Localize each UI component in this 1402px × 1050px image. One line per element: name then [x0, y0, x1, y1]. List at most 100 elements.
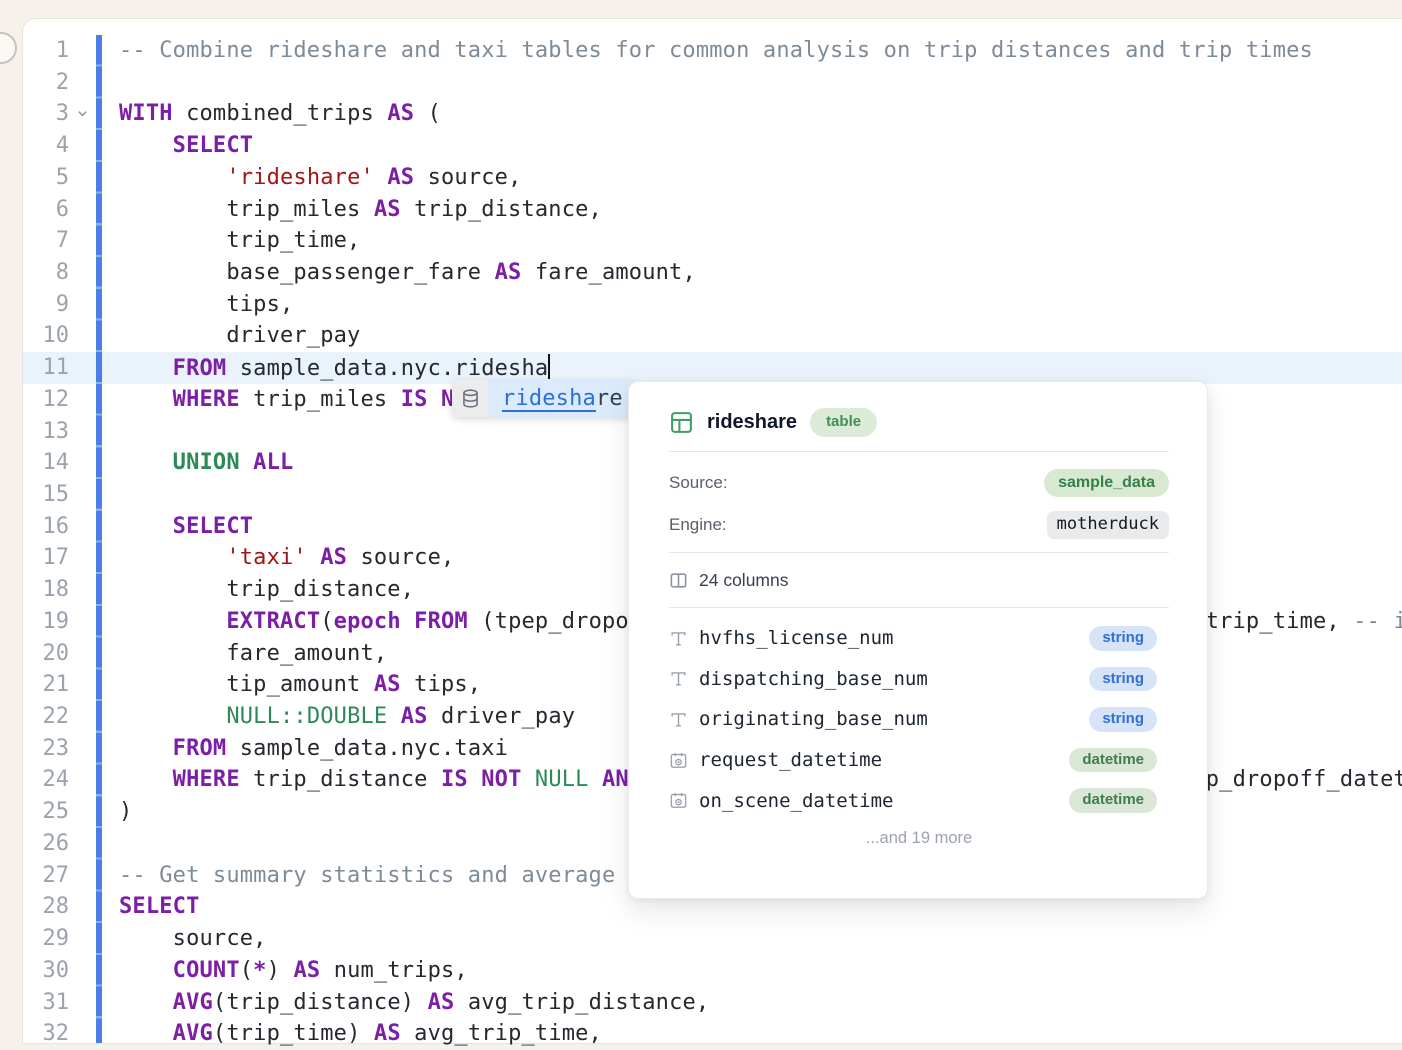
suggestion-rest: re: [596, 386, 623, 411]
line-number: 1: [23, 38, 69, 63]
autocomplete-popup[interactable]: rideshare: [452, 380, 637, 417]
line-number: 5: [23, 165, 69, 190]
code-text: FROM sample_data.nyc.ridesha: [95, 354, 550, 381]
line-number: 29: [23, 926, 69, 951]
meta-label: Engine:: [669, 515, 727, 535]
code-text: COUNT(*) AS num_trips,: [95, 958, 468, 983]
code-text: fare_amount,: [95, 641, 387, 666]
column-type-badge: datetime: [1069, 788, 1157, 813]
column-name: hvfhs_license_num: [699, 627, 893, 649]
columns-list: hvfhs_license_numstringdispatching_base_…: [669, 608, 1169, 821]
line-number: 30: [23, 958, 69, 983]
columns-count: 24 columns: [699, 570, 789, 591]
code-text: SELECT: [95, 894, 200, 919]
meta-value-badge: motherduck: [1047, 511, 1169, 538]
column-row[interactable]: originating_base_num string: [669, 699, 1169, 740]
line-number: 18: [23, 577, 69, 602]
code-line[interactable]: 2: [23, 66, 1402, 98]
column-name: request_datetime: [699, 749, 882, 771]
table-icon: [669, 410, 694, 435]
table-name: rideshare: [707, 411, 797, 434]
database-icon: [452, 380, 488, 417]
column-type-badge: string: [1089, 707, 1157, 732]
column-name: on_scene_datetime: [699, 790, 893, 812]
table-info-header: rideshare table: [669, 382, 1169, 452]
code-text: SELECT: [95, 514, 253, 539]
code-text: driver_pay: [95, 323, 360, 348]
code-line[interactable]: 29 source,: [23, 923, 1402, 955]
line-number: 19: [23, 609, 69, 634]
meta-row: Source:sample_data: [669, 462, 1169, 504]
fold-chevron-icon[interactable]: [69, 106, 95, 121]
line-number: 16: [23, 514, 69, 539]
text-type-icon: [669, 710, 699, 729]
text-cursor: [548, 354, 550, 379]
code-line[interactable]: 5 'rideshare' AS source,: [23, 161, 1402, 193]
column-type-badge: string: [1089, 667, 1157, 692]
column-name: originating_base_num: [699, 708, 928, 730]
code-line[interactable]: 10 driver_pay: [23, 320, 1402, 352]
code-line[interactable]: 7 trip_time,: [23, 225, 1402, 257]
code-line[interactable]: 30 COUNT(*) AS num_trips,: [23, 954, 1402, 986]
column-row[interactable]: on_scene_datetime datetime: [669, 780, 1169, 821]
columns-icon: [669, 571, 688, 590]
line-number: 32: [23, 1021, 69, 1046]
code-text: tips,: [95, 292, 293, 317]
line-number: 15: [23, 482, 69, 507]
suggestion-item[interactable]: rideshare: [488, 380, 637, 417]
line-number: 20: [23, 641, 69, 666]
meta-value-badge: sample_data: [1044, 469, 1169, 497]
line-number: 4: [23, 133, 69, 158]
line-number: 23: [23, 736, 69, 761]
code-line[interactable]: 32 AVG(trip_time) AS avg_trip_time,: [23, 1018, 1402, 1050]
code-text: trip_time,: [95, 228, 360, 253]
more-columns-label: ...and 19 more: [669, 829, 1169, 848]
calendar-clock-icon: [669, 791, 699, 810]
code-line[interactable]: 6 trip_miles AS trip_distance,: [23, 193, 1402, 225]
code-text: SELECT: [95, 133, 253, 158]
line-number: 13: [23, 419, 69, 444]
code-line[interactable]: 4 SELECT: [23, 130, 1402, 162]
line-number: 9: [23, 292, 69, 317]
code-line[interactable]: 9 tips,: [23, 288, 1402, 320]
code-text: source,: [95, 926, 267, 951]
code-text: UNION ALL: [95, 450, 293, 475]
table-meta-section: Source:sample_data Engine: motherduck: [669, 452, 1169, 553]
code-text: trip_miles AS trip_distance,: [95, 197, 602, 222]
meta-row: Engine: motherduck: [669, 504, 1169, 546]
line-number: 24: [23, 767, 69, 792]
left-edge-button[interactable]: [0, 32, 17, 64]
code-line[interactable]: 3WITH combined_trips AS (: [23, 98, 1402, 130]
line-number: 14: [23, 450, 69, 475]
line-number: 6: [23, 197, 69, 222]
code-line[interactable]: 8 base_passenger_fare AS fare_amount,: [23, 257, 1402, 289]
line-number: 10: [23, 323, 69, 348]
line-number: 2: [23, 70, 69, 95]
code-text: 'rideshare' AS source,: [95, 165, 522, 190]
code-text: tip_amount AS tips,: [95, 672, 481, 697]
code-line[interactable]: 31 AVG(trip_distance) AS avg_trip_distan…: [23, 986, 1402, 1018]
gutter-change-bar: [96, 35, 102, 1043]
line-number: 8: [23, 260, 69, 285]
text-type-icon: [669, 629, 699, 648]
column-row[interactable]: request_datetime datetime: [669, 740, 1169, 781]
code-text: NULL::DOUBLE AS driver_pay: [95, 704, 575, 729]
column-name: dispatching_base_num: [699, 668, 928, 690]
column-type-badge: datetime: [1069, 748, 1157, 773]
column-row[interactable]: dispatching_base_num string: [669, 659, 1169, 700]
line-number: 31: [23, 990, 69, 1015]
code-text: 'taxi' AS source,: [95, 545, 454, 570]
line-number: 25: [23, 799, 69, 824]
line-number: 26: [23, 831, 69, 856]
line-number: 28: [23, 894, 69, 919]
columns-summary: 24 columns: [669, 553, 1169, 608]
table-kind-badge: table: [810, 408, 877, 437]
calendar-clock-icon: [669, 751, 699, 770]
code-text: WITH combined_trips AS (: [95, 101, 441, 126]
code-line[interactable]: 1-- Combine rideshare and taxi tables fo…: [23, 35, 1402, 67]
column-type-badge: string: [1089, 626, 1157, 651]
line-number: 21: [23, 672, 69, 697]
table-info-card: rideshare table Source:sample_dataEngine…: [628, 381, 1208, 899]
code-line[interactable]: 11 FROM sample_data.nyc.ridesha: [23, 352, 1402, 384]
column-row[interactable]: hvfhs_license_num string: [669, 618, 1169, 659]
